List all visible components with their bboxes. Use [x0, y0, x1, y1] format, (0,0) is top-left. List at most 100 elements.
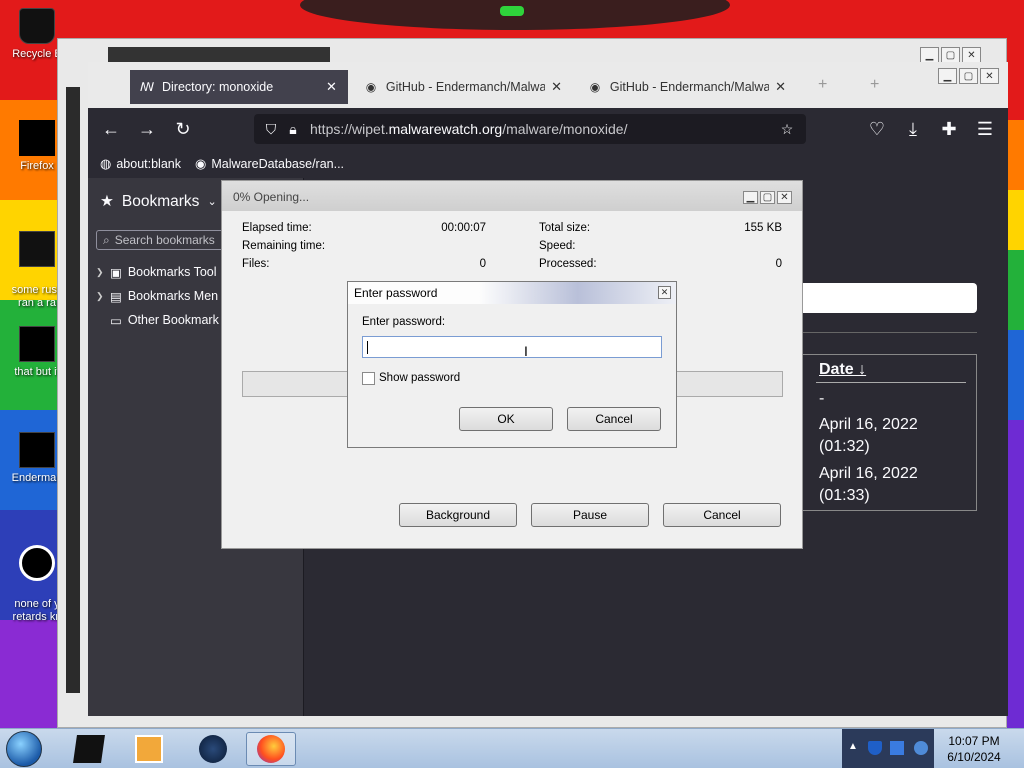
sidebar-item-other-bookmarks[interactable]: ▭ Other Bookmark	[96, 308, 219, 332]
minimize-icon[interactable]: ▁	[920, 47, 939, 63]
taskbar-app-recycle[interactable]	[64, 732, 114, 766]
elapsed-time-label: Elapsed time:	[242, 222, 312, 234]
pocket-icon[interactable]: ♡	[866, 118, 888, 140]
file-icon	[19, 432, 55, 468]
background-button[interactable]: Background	[399, 503, 517, 527]
close-tab-icon[interactable]: ✕	[775, 79, 786, 95]
file-icon	[19, 231, 55, 267]
taskbar-app-media[interactable]	[124, 732, 174, 766]
ok-button[interactable]: OK	[459, 407, 553, 431]
page-search-input[interactable]	[797, 283, 977, 313]
bookmark-malwaredatabase[interactable]: ◉ MalwareDatabase/ran...	[195, 156, 344, 172]
bookmark-about-blank[interactable]: ◍ about:blank	[100, 156, 181, 172]
close-tab-icon[interactable]: ✕	[326, 79, 337, 95]
sidebar-item-label: Bookmarks Men	[127, 289, 219, 303]
tab-label: GitHub - Endermanch/Malware	[609, 80, 770, 94]
tab-label: Directory: monoxide	[162, 80, 274, 94]
reload-icon[interactable]: ↻	[172, 118, 194, 140]
url-bar[interactable]: ⛉ 🔒︎ https://wipet.malwarewatch.org/malw…	[254, 114, 806, 144]
total-size-value: 155 KB	[744, 222, 782, 234]
star-icon: ★	[100, 193, 114, 210]
maximize-icon[interactable]: ▢	[941, 47, 960, 63]
new-tab-icon[interactable]: +	[870, 76, 879, 94]
sidebar-item-label: Bookmarks Tool	[127, 265, 217, 279]
text-cursor-icon: I	[524, 343, 528, 359]
search-icon: ⌕	[103, 232, 110, 247]
new-tab-icon[interactable]: +	[818, 76, 827, 94]
taskbar-app-globe[interactable]	[188, 732, 238, 766]
firefox-icon	[19, 120, 55, 156]
tab-strip: ꟿ Directory: monoxide ✕ ◉ GitHub - Ender…	[88, 62, 1008, 108]
page-icon: ꟿ	[139, 80, 155, 94]
file-icon	[19, 326, 55, 362]
media-player-icon	[135, 735, 163, 763]
dialog-title: Enter password	[354, 286, 438, 300]
lock-icon[interactable]: 🔒︎	[282, 121, 304, 138]
pause-button[interactable]: Pause	[531, 503, 649, 527]
password-input[interactable]	[362, 336, 662, 358]
back-arrow-icon[interactable]: ←	[100, 118, 122, 140]
table-cell-date: April 16, 2022 (01:32)	[819, 416, 918, 455]
speed-label: Speed:	[539, 240, 576, 252]
star-icon[interactable]: ☆	[776, 121, 798, 138]
minimize-icon[interactable]: ▁	[938, 68, 957, 84]
show-password-checkbox[interactable]	[362, 372, 375, 385]
cancel-button[interactable]: Cancel	[663, 503, 781, 527]
close-icon[interactable]: ✕	[980, 68, 999, 84]
chevron-down-icon: ⌄	[207, 196, 217, 208]
chevron-right-icon[interactable]: ❯	[96, 267, 104, 278]
close-icon[interactable]: ✕	[962, 47, 981, 63]
divider	[797, 332, 977, 333]
menu-icon[interactable]: ☰	[974, 118, 996, 140]
password-prompt-label: Enter password:	[362, 316, 446, 328]
minimize-icon[interactable]: ▁	[743, 191, 758, 204]
star-folder-icon: ▣	[110, 265, 122, 280]
cancel-button[interactable]: Cancel	[567, 407, 661, 431]
display-icon[interactable]	[890, 741, 904, 755]
globe-icon: ◍	[100, 156, 112, 171]
processed-value: 0	[775, 258, 782, 270]
file-icon	[19, 545, 55, 581]
start-button[interactable]	[6, 731, 42, 767]
folder-icon: ▭	[110, 313, 122, 328]
system-clock[interactable]: 10:07 PM 6/10/2024	[934, 733, 1014, 765]
clock-time: 10:07 PM	[948, 734, 1000, 748]
show-password-label[interactable]: Show password	[379, 372, 460, 384]
sidebar-item-bookmarks-menu[interactable]: ❯ ▤ Bookmarks Men	[96, 284, 219, 308]
close-tab-icon[interactable]: ✕	[551, 79, 562, 95]
remaining-time-label: Remaining time:	[242, 240, 326, 252]
firefox-icon	[257, 735, 285, 763]
dialog-titlebar: 0% Opening... ▁ ▢ ✕	[222, 181, 802, 211]
maximize-icon[interactable]: ▢	[959, 68, 978, 84]
github-icon: ◉	[194, 156, 207, 171]
background-window-controls: ▁ ▢ ✕	[920, 47, 981, 63]
tab-directory-monoxide[interactable]: ꟿ Directory: monoxide ✕	[130, 70, 348, 104]
tab-github-2[interactable]: ◉ GitHub - Endermanch/Malware ✕	[578, 70, 796, 104]
close-icon[interactable]: ✕	[777, 191, 792, 204]
tab-github-1[interactable]: ◉ GitHub - Endermanch/Malware ✕	[354, 70, 572, 104]
recycle-bin-icon	[73, 735, 105, 763]
date-column-header[interactable]: Date ↓	[819, 361, 866, 379]
taskbar: ▲ 10:07 PM 6/10/2024	[0, 728, 1024, 768]
sidebar-item-label: Other Bookmark	[127, 313, 219, 327]
shield-icon[interactable]: ⛉	[260, 121, 282, 138]
extensions-icon[interactable]: ✚	[938, 118, 960, 140]
network-icon[interactable]	[914, 741, 928, 755]
sidebar-item-bookmarks-toolbar[interactable]: ❯ ▣ Bookmarks Tool	[96, 260, 219, 284]
navigation-toolbar: ← → ↻ ⛉ 🔒︎ https://wipet.malwarewatch.or…	[88, 108, 1008, 150]
dialog-controls: ▁ ▢ ✕	[743, 191, 792, 204]
download-icon[interactable]: ⤓	[902, 118, 924, 140]
chevron-up-icon[interactable]: ▲	[848, 741, 862, 755]
maximize-icon[interactable]: ▢	[760, 191, 775, 204]
shield-icon[interactable]	[868, 741, 882, 755]
close-icon[interactable]: ✕	[658, 286, 671, 299]
window-controls: ▁ ▢ ✕	[938, 68, 999, 84]
background-window-edge	[66, 87, 80, 693]
sidebar-header[interactable]: ★ Bookmarks ⌄	[100, 192, 217, 211]
taskbar-app-firefox[interactable]	[246, 732, 296, 766]
wallpaper-shape	[500, 6, 524, 16]
elapsed-time-value: 00:00:07	[441, 222, 486, 234]
forward-arrow-icon[interactable]: →	[136, 118, 158, 140]
github-icon: ◉	[589, 80, 601, 94]
chevron-right-icon[interactable]: ❯	[96, 291, 104, 302]
